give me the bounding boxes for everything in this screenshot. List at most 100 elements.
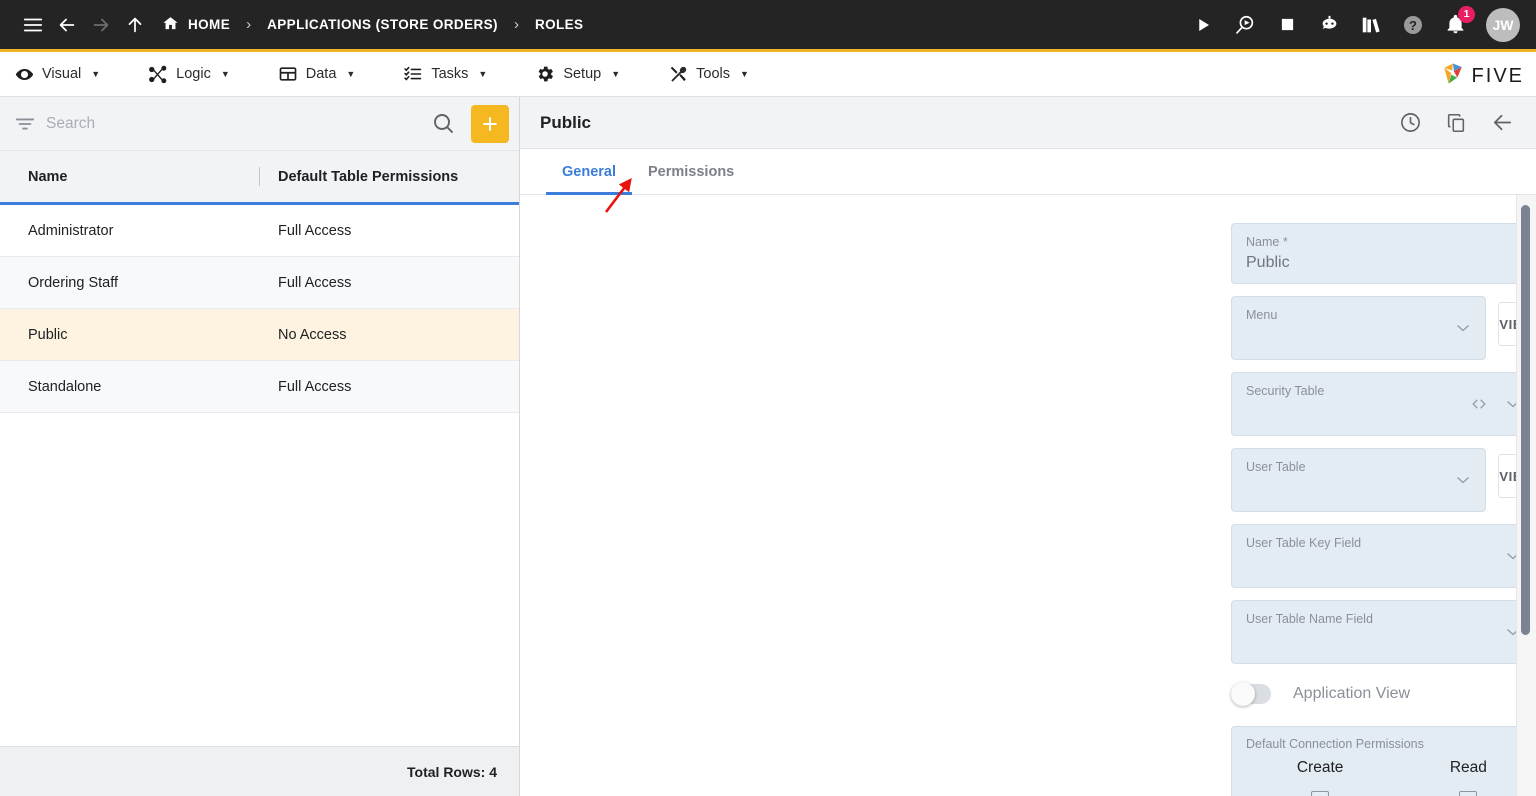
help-icon[interactable]: ? [1396, 8, 1430, 42]
hamburger-icon[interactable] [16, 8, 50, 42]
back-arrow-icon[interactable] [1486, 107, 1518, 139]
chevron-down-icon[interactable] [1453, 470, 1473, 490]
chevron-down-icon: ▼ [91, 69, 101, 79]
breadcrumb-item-home[interactable]: HOME [152, 8, 240, 42]
search-bar [0, 97, 519, 151]
menu-item-setup[interactable]: Setup ▼ [535, 57, 634, 91]
breadcrumb-item-applications[interactable]: APPLICATIONS (STORE ORDERS) [257, 8, 508, 42]
table-row[interactable]: Standalone Full Access [0, 361, 519, 413]
permissions-grid: Create Read Update [1246, 759, 1536, 796]
notification-badge: 1 [1458, 5, 1475, 23]
menu-item-tools[interactable]: Tools ▼ [668, 57, 763, 91]
application-view-toggle[interactable] [1231, 682, 1271, 706]
form-row-user-table-name-field: User Table Name Field [520, 600, 1536, 664]
back-arrow-icon[interactable] [50, 8, 84, 42]
menu-label-logic: Logic [176, 66, 211, 82]
breadcrumb-item-roles[interactable]: ROLES [525, 8, 594, 42]
breadcrumb-label-home: HOME [188, 17, 231, 32]
top-navigation-bar: HOME › APPLICATIONS (STORE ORDERS) › ROL… [0, 0, 1536, 52]
eye-icon [14, 64, 34, 84]
roles-list-panel: Name Default Table Permissions Administr… [0, 97, 520, 796]
home-icon [162, 15, 179, 35]
checklist-icon [403, 64, 423, 84]
detail-header: Public [520, 97, 1536, 149]
cell-name: Public [28, 326, 68, 343]
toggle-knob [1231, 682, 1255, 706]
scrollbar-thumb[interactable] [1521, 205, 1530, 635]
breadcrumb-label-roles: ROLES [534, 17, 584, 32]
cell-permissions: Full Access [278, 274, 352, 291]
main-body: Name Default Table Permissions Administr… [0, 96, 1536, 796]
avatar[interactable]: JW [1486, 7, 1520, 42]
menu-field[interactable]: Menu [1231, 296, 1487, 360]
forward-arrow-icon[interactable] [84, 8, 118, 42]
library-books-icon[interactable] [1354, 8, 1388, 42]
tab-general[interactable]: General [546, 151, 632, 195]
search-icon[interactable] [431, 111, 457, 137]
cell-permissions: Full Access [278, 378, 352, 395]
menu-field-adornments [1453, 318, 1473, 338]
security-table-field[interactable]: Security Table [1231, 372, 1536, 436]
filter-icon[interactable] [14, 113, 36, 135]
five-logo-mark [1439, 60, 1467, 93]
roles-table-header: Name Default Table Permissions [0, 151, 519, 205]
user-table-field[interactable]: User Table [1231, 448, 1487, 512]
table-row-selected[interactable]: Public No Access [0, 309, 519, 361]
assistant-robot-icon[interactable] [1312, 8, 1346, 42]
form-scroll-area: Name * Public Menu Security Table User T… [520, 195, 1536, 796]
table-row[interactable]: Ordering Staff Full Access [0, 257, 519, 309]
default-connection-permissions-box: Default Connection Permissions Create Re… [1231, 726, 1536, 796]
bell-icon[interactable]: 1 [1438, 5, 1475, 42]
chevron-down-icon[interactable] [1453, 318, 1473, 338]
menu-item-visual[interactable]: Visual ▼ [14, 57, 114, 91]
user-table-name-field[interactable]: User Table Name Field [1231, 600, 1536, 664]
up-arrow-icon[interactable] [118, 8, 152, 42]
add-role-button[interactable] [471, 104, 509, 143]
code-icon[interactable] [1469, 394, 1489, 414]
name-field[interactable]: Name * Public [1231, 223, 1536, 284]
breadcrumb-separator: › [246, 16, 252, 33]
permission-column-create: Create [1246, 759, 1394, 796]
flow-nodes-icon [148, 64, 168, 84]
role-detail-panel: Public General Permissions Name * Public… [520, 97, 1536, 796]
menu-item-logic[interactable]: Logic ▼ [148, 57, 244, 91]
menu-label-tasks: Tasks [431, 66, 469, 82]
menu-item-tasks[interactable]: Tasks ▼ [403, 57, 501, 91]
column-header-name[interactable]: Name [0, 151, 260, 202]
table-grid-icon [278, 64, 298, 84]
field-label-name: Name * [1246, 235, 1288, 249]
five-logo-text: FIVE [1471, 65, 1524, 87]
app-root: HOME › APPLICATIONS (STORE ORDERS) › ROL… [0, 0, 1536, 796]
column-header-default-table-permissions[interactable]: Default Table Permissions [260, 151, 519, 202]
search-input[interactable] [46, 114, 421, 133]
run-icon[interactable] [1186, 8, 1220, 42]
permission-header-read: Read [1449, 759, 1487, 776]
cell-name: Ordering Staff [28, 274, 119, 291]
cell-permissions: No Access [278, 326, 347, 343]
stop-icon[interactable] [1270, 8, 1304, 42]
cell-name: Administrator [28, 222, 114, 239]
total-rows-status: Total Rows: 4 [0, 746, 519, 796]
permission-header-create: Create [1296, 759, 1344, 776]
field-label-user-table-key-field: User Table Key Field [1246, 536, 1362, 550]
menu-item-data[interactable]: Data ▼ [278, 57, 370, 91]
table-row[interactable]: Administrator Full Access [0, 205, 519, 257]
tab-permissions[interactable]: Permissions [632, 151, 750, 195]
preview-search-icon[interactable] [1228, 8, 1262, 42]
menu-label-tools: Tools [696, 66, 730, 82]
form-row-security-table: Security Table [520, 372, 1536, 436]
copy-icon[interactable] [1440, 107, 1472, 139]
general-form: Name * Public Menu Security Table User T… [520, 195, 1536, 796]
history-clock-icon[interactable] [1394, 107, 1426, 139]
field-label-user-table: User Table [1246, 460, 1306, 474]
chevron-down-icon: ▼ [611, 69, 621, 79]
detail-tabs: General Permissions [520, 149, 1536, 195]
checkbox-read[interactable] [1459, 791, 1478, 796]
user-table-key-field[interactable]: User Table Key Field [1231, 524, 1536, 588]
form-row-name: Name * Public [520, 223, 1536, 284]
field-label-menu: Menu [1246, 308, 1278, 322]
permission-column-read: Read [1394, 759, 1536, 796]
chevron-down-icon: ▼ [346, 69, 356, 79]
menu-label-visual: Visual [42, 66, 82, 82]
checkbox-create[interactable] [1311, 791, 1330, 796]
